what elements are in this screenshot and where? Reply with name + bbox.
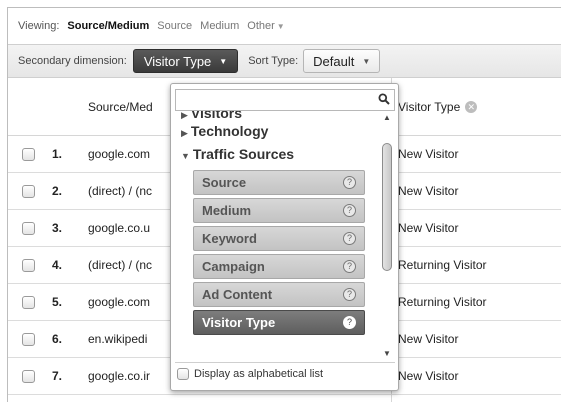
row-number: 5. bbox=[51, 295, 62, 309]
help-icon[interactable]: ? bbox=[343, 176, 356, 189]
dimension-item-label: Visitor Type bbox=[202, 315, 276, 330]
row-number: 4. bbox=[51, 258, 62, 272]
expanded-arrow-icon: ▼ bbox=[181, 151, 190, 161]
dimension-item-label: Medium bbox=[202, 203, 252, 218]
row-number: 7. bbox=[51, 369, 62, 383]
help-icon[interactable]: ? bbox=[343, 316, 356, 329]
row-checkbox[interactable] bbox=[22, 148, 35, 161]
alphabetical-list-option[interactable]: Display as alphabetical list bbox=[177, 368, 323, 380]
viewing-row: Viewing: Source/Medium Source Medium Oth… bbox=[8, 8, 561, 44]
sort-type-button[interactable]: Default ▼ bbox=[303, 49, 381, 73]
row-checkbox[interactable] bbox=[22, 333, 35, 346]
dimension-item-source[interactable]: Source ? bbox=[193, 170, 365, 195]
search-icon bbox=[378, 93, 390, 105]
secondary-dimension-bar: Secondary dimension: Visitor Type ▼ Sort… bbox=[8, 44, 561, 78]
row-number: 3. bbox=[51, 221, 62, 235]
report-panel: Viewing: Source/Medium Source Medium Oth… bbox=[7, 7, 561, 402]
menu-divider bbox=[175, 362, 395, 363]
sort-type-value: Default bbox=[313, 53, 355, 69]
help-icon[interactable]: ? bbox=[343, 204, 356, 217]
dimension-item-campaign[interactable]: Campaign ? bbox=[193, 254, 365, 279]
row-visitor-type: New Visitor bbox=[398, 147, 459, 161]
secondary-dimension-menu: ▶ Visitors ▶ Technology ▼ Traffic Sources S… bbox=[170, 83, 399, 391]
row-source[interactable]: google.co.u bbox=[88, 221, 163, 235]
row-source[interactable]: google.co.ir bbox=[88, 369, 163, 383]
dimension-item-label: Campaign bbox=[202, 259, 265, 274]
dimension-item-medium[interactable]: Medium ? bbox=[193, 198, 365, 223]
row-visitor-type: New Visitor bbox=[398, 369, 459, 383]
row-checkbox[interactable] bbox=[22, 296, 35, 309]
chevron-down-icon: ▼ bbox=[362, 56, 371, 66]
scrollbar-thumb[interactable] bbox=[382, 143, 392, 271]
help-icon[interactable]: ? bbox=[343, 232, 356, 245]
viewing-option-other[interactable]: Other ▼ bbox=[247, 20, 284, 32]
scroll-up-icon[interactable]: ▲ bbox=[380, 112, 394, 124]
row-checkbox[interactable] bbox=[22, 259, 35, 272]
secondary-dimension-button[interactable]: Visitor Type ▼ bbox=[132, 49, 239, 73]
alphabetical-list-checkbox[interactable] bbox=[177, 368, 189, 380]
category-traffic-sources[interactable]: ▼ Traffic Sources bbox=[181, 146, 294, 162]
row-number: 2. bbox=[51, 184, 62, 198]
dimension-list-scrollbar[interactable]: ▲ ▼ bbox=[380, 112, 394, 360]
dimension-item-keyword[interactable]: Keyword ? bbox=[193, 226, 365, 251]
viewing-option-source[interactable]: Source bbox=[157, 20, 192, 32]
row-visitor-type: New Visitor bbox=[398, 332, 459, 346]
scrollbar-track[interactable] bbox=[382, 125, 392, 347]
row-source[interactable]: (direct) / (nc bbox=[88, 258, 163, 272]
alphabetical-list-label: Display as alphabetical list bbox=[194, 368, 324, 380]
viewing-option-other-label: Other bbox=[247, 20, 275, 32]
dimension-item-visitor-type[interactable]: Visitor Type ? bbox=[193, 310, 365, 335]
column-header-visitor-type[interactable]: Visitor Type ✕ bbox=[398, 100, 478, 114]
row-number: 1. bbox=[51, 147, 62, 161]
dimension-item-label: Ad Content bbox=[202, 287, 273, 302]
viewing-label: Viewing: bbox=[18, 20, 60, 32]
category-technology[interactable]: ▶ Technology bbox=[181, 123, 268, 139]
scroll-down-icon[interactable]: ▼ bbox=[380, 348, 394, 360]
row-visitor-type: Returning Visitor bbox=[398, 295, 487, 309]
row-checkbox[interactable] bbox=[22, 370, 35, 383]
dimension-item-ad-content[interactable]: Ad Content ? bbox=[193, 282, 365, 307]
row-source[interactable]: (direct) / (nc bbox=[88, 184, 163, 198]
row-checkbox[interactable] bbox=[22, 222, 35, 235]
row-source[interactable]: en.wikipedi bbox=[88, 332, 163, 346]
column-header-source-medium[interactable]: Source/Med bbox=[88, 100, 153, 114]
row-visitor-type: Returning Visitor bbox=[398, 258, 487, 272]
collapsed-arrow-icon: ▶ bbox=[181, 128, 188, 138]
sort-type-label: Sort Type: bbox=[248, 55, 299, 67]
collapsed-arrow-icon: ▶ bbox=[181, 111, 188, 120]
dimension-list: ▶ Visitors ▶ Technology ▼ Traffic Sources S… bbox=[171, 111, 381, 359]
row-number: 6. bbox=[51, 332, 62, 346]
row-source[interactable]: google.com bbox=[88, 295, 163, 309]
remove-icon[interactable]: ✕ bbox=[465, 101, 478, 113]
row-source[interactable]: google.com bbox=[88, 147, 163, 161]
category-label: Traffic Sources bbox=[192, 146, 295, 162]
dimension-search-input[interactable] bbox=[175, 89, 395, 111]
row-visitor-type: New Visitor bbox=[398, 221, 459, 235]
category-label: Visitors bbox=[190, 111, 243, 121]
row-visitor-type: New Visitor bbox=[398, 184, 459, 198]
chevron-down-icon: ▼ bbox=[219, 56, 228, 66]
secondary-dimension-value: Visitor Type bbox=[143, 53, 212, 69]
category-label: Technology bbox=[190, 123, 269, 139]
help-icon[interactable]: ? bbox=[343, 288, 356, 301]
column-header-visitor-type-label: Visitor Type bbox=[398, 100, 461, 114]
dimension-item-label: Source bbox=[202, 175, 247, 190]
chevron-down-icon: ▼ bbox=[276, 22, 285, 31]
row-checkbox[interactable] bbox=[22, 185, 35, 198]
category-visitors[interactable]: ▶ Visitors bbox=[181, 111, 242, 121]
help-icon[interactable]: ? bbox=[343, 260, 356, 273]
dimension-item-label: Keyword bbox=[202, 231, 257, 246]
viewing-option-source-medium[interactable]: Source/Medium bbox=[67, 20, 149, 32]
viewing-option-medium[interactable]: Medium bbox=[200, 20, 239, 32]
secondary-dimension-label: Secondary dimension: bbox=[18, 55, 127, 67]
